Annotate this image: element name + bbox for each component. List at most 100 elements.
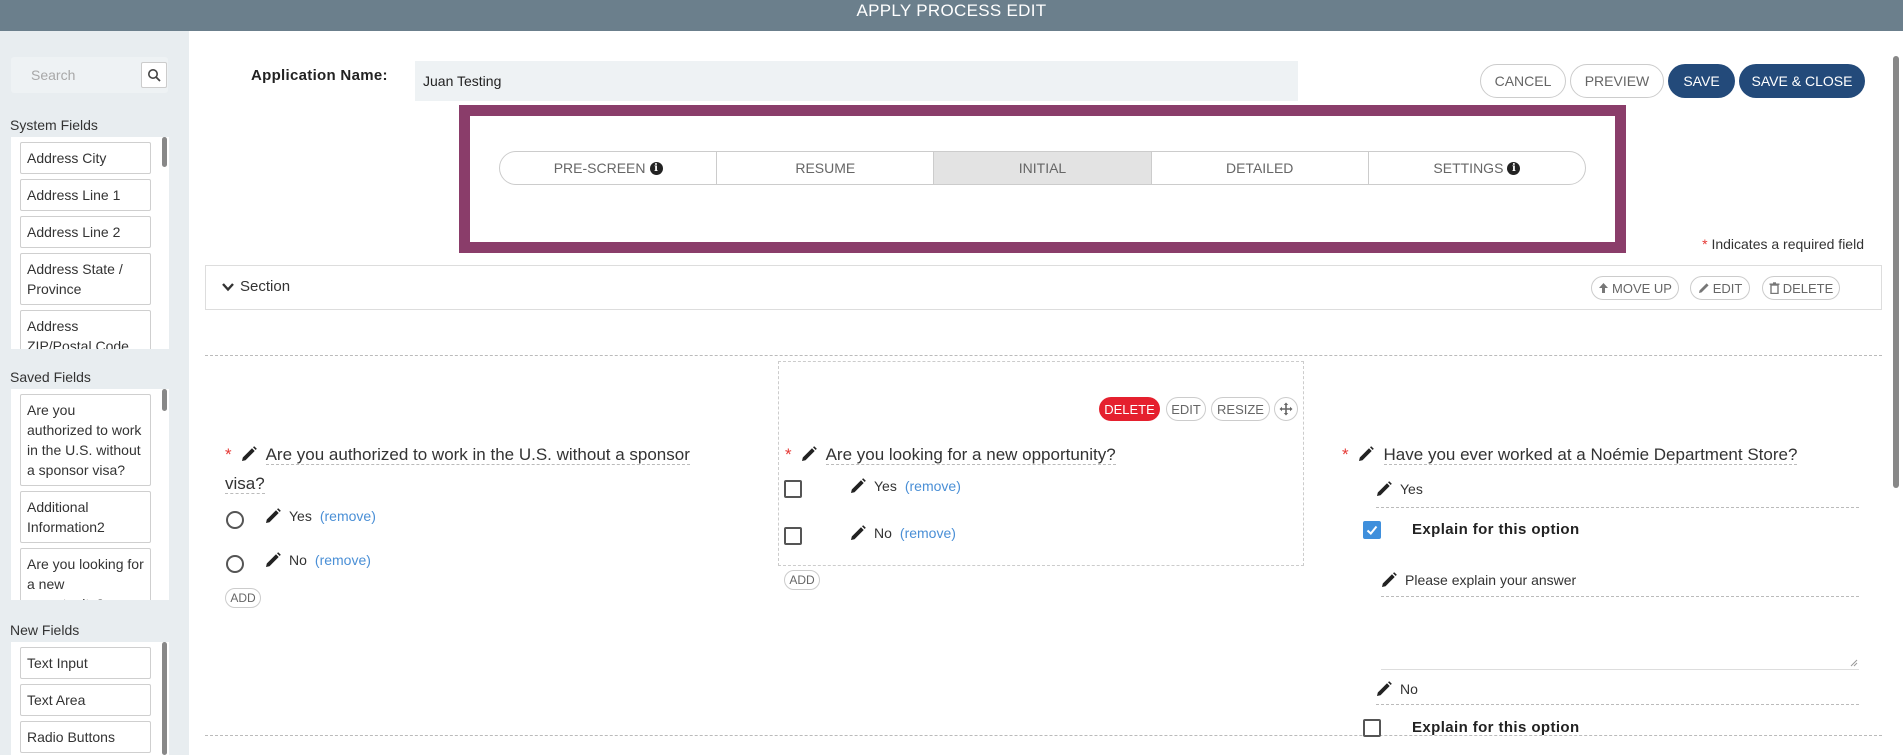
saved-fields-heading: Saved Fields (10, 369, 91, 385)
tab-initial[interactable]: INITIAL (934, 152, 1152, 184)
field-item[interactable]: Additional Information2 (20, 491, 151, 543)
field-item[interactable]: Address City (20, 142, 151, 174)
section-header: Section MOVE UP EDIT DELETE (205, 265, 1882, 310)
saved-fields-scrollbar[interactable] (162, 389, 167, 411)
option-label: No (874, 525, 892, 541)
system-fields-heading: System Fields (10, 117, 98, 133)
field-item[interactable]: Address Line 2 (20, 216, 151, 248)
field-item[interactable]: Are you authorized to work in the U.S. w… (20, 394, 151, 486)
trash-icon (1769, 282, 1780, 294)
resize-handle-icon[interactable] (1850, 659, 1858, 667)
explain-no-checkbox[interactable] (1363, 719, 1381, 737)
field-resize-button[interactable]: RESIZE (1211, 397, 1270, 421)
tab-pre-screen[interactable]: PRE-SCREEN i (500, 152, 718, 184)
info-icon[interactable]: i (649, 161, 663, 175)
field-move-button[interactable] (1274, 397, 1298, 421)
app-name-label: Application Name: (251, 67, 388, 84)
row-divider (205, 735, 1882, 736)
option-label: Yes (289, 508, 312, 524)
pencil-icon[interactable] (1358, 446, 1374, 462)
check-icon (1366, 525, 1378, 535)
add-option-button[interactable]: ADD (784, 570, 820, 590)
checkbox-option-no[interactable] (784, 527, 802, 545)
preview-button[interactable]: PREVIEW (1570, 64, 1664, 98)
tab-settings[interactable]: SETTINGS i (1369, 152, 1585, 184)
section-toggle[interactable]: Section (222, 278, 290, 295)
search-icon (148, 69, 161, 82)
tab-label: INITIAL (1018, 160, 1067, 176)
field-item[interactable]: Address Line 1 (20, 179, 151, 211)
info-icon[interactable]: i (1507, 161, 1521, 175)
option-yes-row: Yes (1376, 481, 1423, 497)
question-3-title[interactable]: * Have you ever worked at a Noémie Depar… (1342, 440, 1798, 469)
pencil-icon[interactable] (801, 446, 817, 462)
option-divider (1376, 507, 1859, 508)
pencil-icon (1698, 283, 1709, 293)
radio-option-yes[interactable] (226, 511, 244, 529)
save-button[interactable]: SAVE (1668, 64, 1735, 98)
pencil-icon[interactable] (241, 446, 257, 462)
field-item[interactable]: Address ZIP/Postal Code (20, 310, 151, 349)
search-input[interactable] (11, 57, 139, 93)
app-name-input[interactable] (415, 61, 1298, 101)
section-delete-button[interactable]: DELETE (1762, 276, 1840, 300)
cancel-button[interactable]: CANCEL (1480, 64, 1566, 98)
radio-option-no[interactable] (226, 555, 244, 573)
explain-yes-checkbox[interactable] (1363, 521, 1381, 539)
required-field-note: * Indicates a required field (1702, 236, 1864, 252)
move-up-button[interactable]: MOVE UP (1591, 276, 1679, 300)
tab-label: RESUME (795, 160, 856, 176)
delete-label: DELETE (1782, 280, 1834, 296)
search-button[interactable] (141, 62, 167, 88)
question-3-text: Have you ever worked at a Noémie Departm… (1383, 445, 1798, 465)
option-yes-row: Yes (remove) (265, 508, 376, 524)
new-fields-scrollbar[interactable] (162, 642, 167, 755)
sidebar-search (11, 57, 168, 93)
pencil-icon[interactable] (1381, 572, 1397, 588)
remove-option-link[interactable]: (remove) (315, 552, 371, 568)
explain-yes-label: Explain for this option (1412, 521, 1580, 538)
option-yes-row: Yes (remove) (850, 478, 961, 494)
field-item[interactable]: Address State / Province (20, 253, 151, 305)
question-1-line2: visa? (225, 474, 265, 494)
field-item[interactable]: Radio Buttons (20, 721, 151, 753)
question-2-title[interactable]: * Are you looking for a new opportunity? (785, 440, 1116, 469)
field-item[interactable]: Text Area (20, 684, 151, 716)
tab-detailed[interactable]: DETAILED (1152, 152, 1369, 184)
pencil-icon[interactable] (850, 478, 866, 494)
tab-label: PRE-SCREEN (553, 160, 646, 176)
remove-option-link[interactable]: (remove) (900, 525, 956, 541)
tab-resume[interactable]: RESUME (717, 152, 935, 184)
system-fields-scrollbar[interactable] (162, 137, 167, 167)
checkbox-option-yes[interactable] (784, 480, 802, 498)
saved-fields-list: Are you authorized to work in the U.S. w… (11, 389, 169, 600)
required-star: * (1342, 445, 1349, 464)
tab-label: SETTINGS (1433, 160, 1504, 176)
explain-placeholder: Please explain your answer (1405, 572, 1577, 588)
section-edit-button[interactable]: EDIT (1690, 276, 1750, 300)
option-label: Yes (874, 478, 897, 494)
field-delete-button[interactable]: DELETE (1099, 397, 1160, 421)
remove-option-link[interactable]: (remove) (905, 478, 961, 494)
save-close-button[interactable]: SAVE & CLOSE (1739, 64, 1865, 98)
remove-option-link[interactable]: (remove) (320, 508, 376, 524)
option-divider (1376, 704, 1859, 705)
explain-textarea[interactable] (1381, 597, 1859, 670)
pencil-icon[interactable] (1376, 681, 1392, 697)
required-star: * (785, 445, 792, 464)
required-note-text: Indicates a required field (1711, 236, 1864, 252)
field-edit-button[interactable]: EDIT (1166, 397, 1206, 421)
pencil-icon[interactable] (1376, 481, 1392, 497)
tab-highlight-frame: PRE-SCREEN i RESUME INITIAL DETAILED SETT… (459, 105, 1626, 253)
field-item[interactable]: Text Input (20, 647, 151, 679)
add-option-button[interactable]: ADD (225, 588, 261, 608)
edit-label: EDIT (1712, 280, 1743, 296)
option-label: Yes (1400, 481, 1423, 497)
field-item[interactable]: Are you looking for a new opportunity? (20, 548, 151, 600)
main-scrollbar[interactable] (1893, 56, 1899, 488)
question-1-title[interactable]: * Are you authorized to work in the U.S.… (225, 440, 690, 498)
pencil-icon[interactable] (850, 525, 866, 541)
pencil-icon[interactable] (265, 552, 281, 568)
section-label: Section (240, 278, 291, 295)
pencil-icon[interactable] (265, 508, 281, 524)
